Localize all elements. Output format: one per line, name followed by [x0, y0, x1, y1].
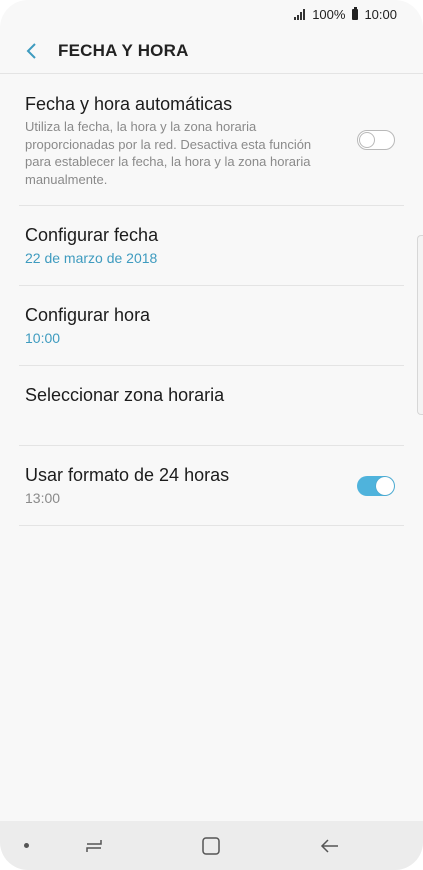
toggle-knob — [359, 131, 375, 148]
nav-dot-icon[interactable] — [24, 843, 29, 848]
setting-title: Fecha y hora automáticas — [25, 94, 233, 114]
setting-title: Configurar fecha — [25, 225, 159, 245]
setting-value: 10:00 — [25, 330, 61, 346]
setting-auto-datetime[interactable]: Fecha y hora automáticas Utiliza la fech… — [19, 74, 404, 206]
setting-set-date[interactable]: Configurar fecha 22 de marzo de 2018 — [19, 206, 404, 286]
setting-value: 13:00 — [25, 490, 61, 506]
setting-24h-format[interactable]: Usar formato de 24 horas 13:00 — [19, 446, 404, 526]
status-time: 10:00 — [364, 6, 397, 22]
setting-time-zone[interactable]: Seleccionar zona horaria — [19, 366, 404, 446]
battery-percent: 100% — [312, 6, 346, 22]
chevron-left-icon[interactable] — [14, 33, 50, 69]
battery-icon — [352, 6, 359, 20]
setting-title: Usar formato de 24 horas — [25, 465, 230, 485]
24h-format-toggle[interactable] — [357, 476, 395, 496]
edge-panel-handle[interactable] — [417, 235, 423, 415]
navigation-bar — [0, 821, 423, 870]
recent-apps-icon[interactable] — [81, 833, 107, 859]
auto-datetime-toggle[interactable] — [357, 130, 395, 150]
phone-screen: 100% 10:00 FECHA Y HORA Fecha y hora aut… — [0, 0, 423, 870]
setting-value: 22 de marzo de 2018 — [25, 250, 158, 266]
app-header: FECHA Y HORA — [0, 28, 423, 74]
settings-list: Fecha y hora automáticas Utiliza la fech… — [19, 74, 404, 526]
signal-icon — [294, 8, 306, 20]
setting-set-time[interactable]: Configurar hora 10:00 — [19, 286, 404, 366]
setting-title: Configurar hora — [25, 305, 151, 325]
back-nav-icon[interactable] — [317, 833, 343, 859]
home-icon[interactable] — [198, 833, 224, 859]
setting-title: Seleccionar zona horaria — [25, 385, 225, 405]
setting-description: Utiliza la fecha, la hora y la zona hora… — [25, 119, 312, 187]
page-title: FECHA Y HORA — [58, 40, 189, 60]
toggle-knob — [376, 477, 394, 495]
status-bar: 100% 10:00 — [0, 0, 423, 28]
